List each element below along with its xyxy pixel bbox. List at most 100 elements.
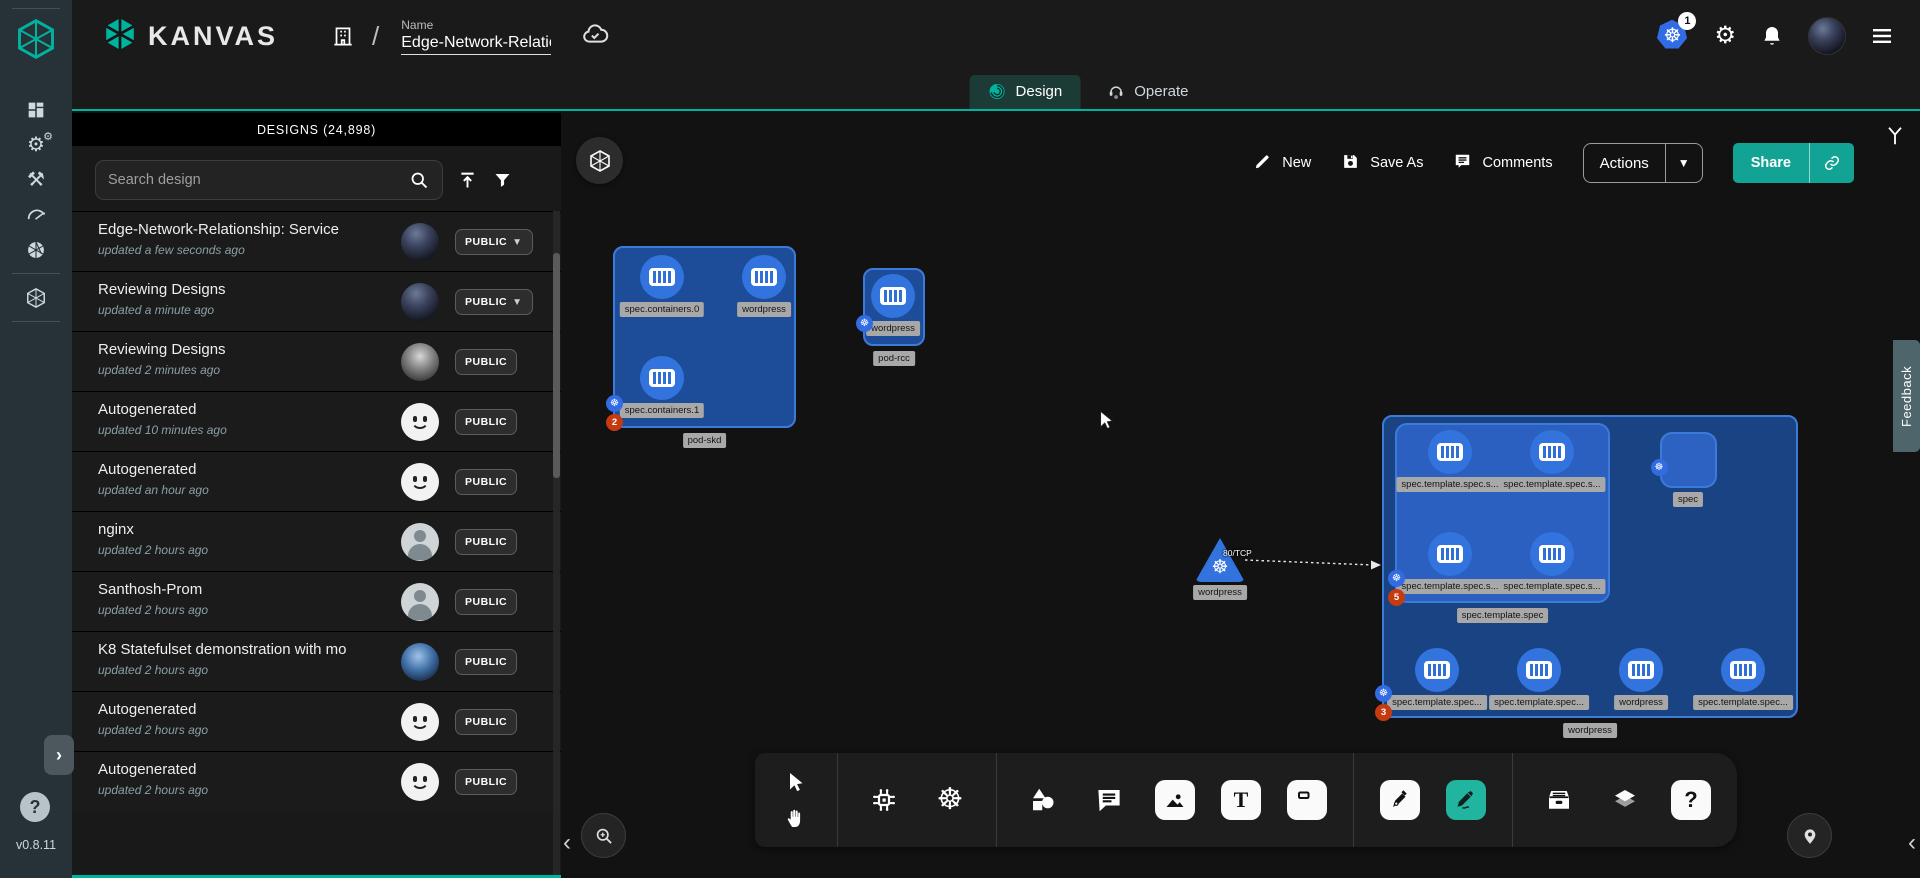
node-spec-template-spec[interactable]: spec.template.spec... — [1721, 648, 1765, 692]
collapse-panel-chevron[interactable]: ‹ — [563, 829, 571, 857]
visibility-badge[interactable]: PUBLIC▼ — [455, 289, 533, 315]
visibility-label: PUBLIC — [465, 296, 507, 308]
sidebar-item-performance[interactable] — [0, 197, 72, 232]
visibility-badge[interactable]: PUBLIC — [455, 769, 517, 795]
visibility-badge[interactable]: PUBLIC — [455, 649, 517, 675]
notifications-bell-icon[interactable] — [1760, 24, 1784, 48]
node-spec-template-spec[interactable]: spec.template.spec... — [1415, 648, 1459, 692]
design-list-item[interactable]: Autogeneratedupdated 10 minutes agoPUBLI… — [72, 391, 561, 451]
sidebar-item-kanvas[interactable] — [0, 280, 72, 315]
node-spec-template-spec-s[interactable]: spec.template.spec.s... — [1530, 430, 1574, 474]
layers-tool[interactable] — [1605, 780, 1645, 820]
node-label: wordpress — [866, 321, 920, 336]
visibility-badge[interactable]: PUBLIC — [455, 529, 517, 555]
filter-icon[interactable] — [492, 170, 513, 191]
design-list-item[interactable]: Autogeneratedupdated an hour agoPUBLIC — [72, 451, 561, 511]
hamburger-menu-icon[interactable] — [1870, 24, 1894, 48]
pen-tool[interactable] — [1380, 780, 1420, 820]
image-tool[interactable] — [1155, 780, 1195, 820]
help-button[interactable]: ? — [20, 792, 50, 822]
meshery-floating-button[interactable] — [576, 137, 623, 184]
toolbar-group: ☸ — [864, 780, 970, 820]
design-list-item[interactable]: K8 Statefulset demonstration with moupda… — [72, 631, 561, 691]
tab-operate[interactable]: Operate — [1088, 75, 1206, 109]
copy-link-icon[interactable] — [1809, 143, 1854, 183]
context-count-badge: 1 — [1678, 12, 1696, 30]
freehand-draw-tool[interactable] — [1446, 780, 1486, 820]
organization-icon[interactable] — [330, 23, 356, 49]
feedback-tab[interactable]: Feedback — [1893, 340, 1920, 452]
comments-button[interactable]: Comments — [1453, 152, 1552, 175]
node-wordpress[interactable]: wordpress — [871, 274, 915, 318]
design-canvas[interactable]: New Save As Comments Actions ▼ Share pod… — [561, 113, 1920, 878]
canvas-bottom-toolbar: ☸ T? — [755, 753, 1737, 847]
shapes-tool[interactable] — [1023, 780, 1063, 820]
meshery-components-tool[interactable] — [864, 780, 904, 820]
design-list-item[interactable]: Reviewing Designsupdated a minute agoPUB… — [72, 271, 561, 331]
sidebar-item-configuration[interactable]: ⚒ — [0, 162, 72, 197]
design-list-item[interactable]: Autogeneratedupdated 2 hours agoPUBLIC — [72, 691, 561, 751]
tab-design[interactable]: Design — [970, 75, 1081, 109]
group-label: pod-rcc — [873, 351, 915, 366]
select-tool[interactable] — [781, 769, 811, 795]
design-list-item[interactable]: Reviewing Designsupdated 2 minutes agoPU… — [72, 331, 561, 391]
sidebar-item-lifecycle[interactable]: ⚙⚙ — [0, 127, 72, 162]
user-avatar[interactable] — [1808, 17, 1846, 55]
visibility-badge[interactable]: PUBLIC — [455, 349, 517, 375]
new-button[interactable]: New — [1253, 152, 1311, 175]
drawer-tool[interactable] — [1539, 780, 1579, 820]
actions-split-button[interactable]: Actions ▼ — [1583, 143, 1703, 183]
zoom-button[interactable] — [581, 813, 626, 858]
node-spec[interactable]: ☸spec — [1660, 432, 1717, 488]
operate-headset-icon — [1106, 82, 1125, 101]
search-icon[interactable] — [409, 170, 430, 191]
visibility-badge[interactable]: PUBLIC — [455, 709, 517, 735]
design-list-item[interactable]: nginxupdated 2 hours agoPUBLIC — [72, 511, 561, 571]
sidebar-item-dashboard[interactable] — [0, 92, 72, 127]
visibility-label: PUBLIC — [465, 356, 507, 368]
collapse-right-chevron[interactable]: ‹ — [1908, 829, 1916, 857]
design-name-input[interactable] — [401, 32, 551, 55]
node-spec-containers-1[interactable]: spec.containers.1 — [640, 356, 684, 400]
search-input[interactable] — [108, 172, 409, 188]
design-list-item[interactable]: Santhosh-Promupdated 2 hours agoPUBLIC — [72, 571, 561, 631]
kubernetes-components-tool[interactable]: ☸ — [930, 780, 970, 820]
group-label: pod-skd — [683, 433, 727, 448]
design-updated-label: updated a few seconds ago — [98, 243, 245, 257]
node-spec-template-spec[interactable]: spec.template.spec... — [1517, 648, 1561, 692]
node-wordpress[interactable]: wordpress — [742, 255, 786, 299]
node-spec-template-spec-s[interactable]: spec.template.spec.s... — [1428, 532, 1472, 576]
meshery-logo[interactable] — [0, 0, 72, 78]
locate-pin-button[interactable] — [1787, 813, 1832, 858]
text-tool[interactable]: T — [1221, 780, 1261, 820]
kanvas-brand[interactable]: KANVAS — [102, 15, 278, 58]
node-wordpress[interactable]: ☸wordpress — [1195, 538, 1245, 582]
sidebar-item-extensions[interactable] — [0, 232, 72, 267]
visibility-badge[interactable]: PUBLIC — [455, 589, 517, 615]
help-tool[interactable]: ? — [1671, 780, 1711, 820]
node-spec-containers-0[interactable]: spec.containers.0 — [640, 255, 684, 299]
expand-rail-button[interactable]: › — [44, 735, 74, 775]
actions-caret[interactable]: ▼ — [1665, 144, 1702, 182]
design-list-item[interactable]: Edge-Network-Relationship: Serviceupdate… — [72, 211, 561, 271]
share-split-button[interactable]: Share — [1733, 143, 1854, 183]
pan-tool[interactable] — [781, 805, 811, 831]
node-spec-template-spec-s[interactable]: spec.template.spec.s... — [1428, 430, 1472, 474]
visibility-badge[interactable]: PUBLIC — [455, 409, 517, 435]
design-updated-label: updated 2 hours ago — [98, 603, 208, 617]
save-as-button[interactable]: Save As — [1341, 152, 1423, 175]
branch-icon[interactable] — [1884, 125, 1906, 152]
visibility-badge[interactable]: PUBLIC — [455, 469, 517, 495]
settings-gear-icon[interactable]: ⚙ — [1714, 24, 1736, 48]
frame-tool[interactable] — [1287, 780, 1327, 820]
comment-tool[interactable] — [1089, 780, 1129, 820]
visibility-badge[interactable]: PUBLIC▼ — [455, 229, 533, 255]
design-list-item[interactable]: Autogeneratedupdated 2 hours agoPUBLIC — [72, 751, 561, 811]
node-spec-template-spec-s[interactable]: spec.template.spec.s... — [1530, 532, 1574, 576]
kubernetes-context-switcher[interactable]: ☸ 1 — [1654, 18, 1690, 54]
import-design-icon[interactable] — [457, 170, 478, 191]
panel-scrollbar-thumb[interactable] — [553, 253, 560, 478]
visibility-label: PUBLIC — [465, 656, 507, 668]
node-wordpress[interactable]: wordpress — [1619, 648, 1663, 692]
image-icon — [1163, 788, 1187, 812]
